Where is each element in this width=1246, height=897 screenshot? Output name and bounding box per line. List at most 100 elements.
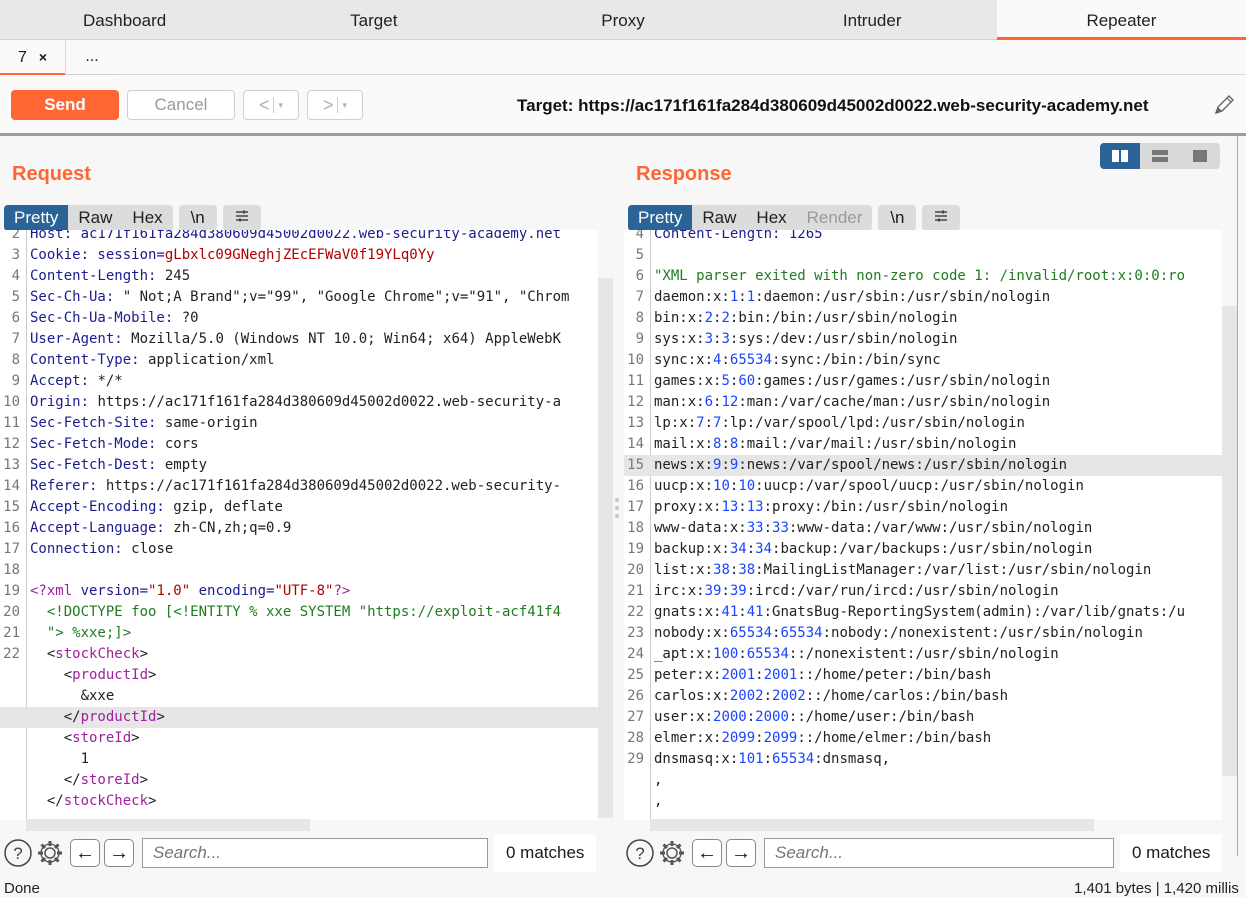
panel-divider-handle[interactable]	[614, 498, 620, 518]
request-view-pretty[interactable]: Pretty	[4, 205, 69, 231]
response-line[interactable]: 28 elmer:x:2099:2099::/home/elmer:/bin/ba…	[624, 728, 1222, 749]
response-line[interactable]: 17 proxy:x:13:13:proxy:/bin:/usr/sbin/nol…	[624, 497, 1222, 518]
response-line[interactable]: 6 "XML parser exited with non-zero code 1…	[624, 266, 1222, 287]
repeater-tab-7[interactable]: 7 ×	[0, 40, 66, 76]
response-vertical-scrollbar[interactable]	[1222, 306, 1237, 776]
settings-gear-icon[interactable]	[656, 837, 688, 869]
request-line[interactable]: <productId>	[0, 665, 598, 686]
response-view-hex[interactable]: Hex	[746, 205, 796, 231]
response-line[interactable]: 25 peter:x:2001:2001::/home/peter:/bin/ba…	[624, 665, 1222, 686]
layout-tabs-icon[interactable]	[1180, 143, 1220, 169]
response-line[interactable]: 13 lp:x:7:7:lp:/var/spool/lpd:/usr/sbin/n…	[624, 413, 1222, 434]
history-back-button[interactable]: < ▾	[243, 90, 299, 120]
request-line[interactable]: 22 <stockCheck>	[0, 644, 598, 665]
response-line[interactable]: 21 irc:x:39:39:ircd:/var/run/ircd:/usr/sb…	[624, 581, 1222, 602]
request-line[interactable]: </productId>	[0, 707, 598, 728]
tab-repeater[interactable]: Repeater	[996, 0, 1246, 40]
response-line[interactable]: 27 user:x:2000:2000::/home/user:/bin/bash	[624, 707, 1222, 728]
response-line[interactable]: 20 list:x:38:38:MailingListManager:/var/l…	[624, 560, 1222, 581]
history-forward-button[interactable]: > ▾	[307, 90, 363, 120]
settings-gear-icon[interactable]	[34, 837, 66, 869]
response-line[interactable]: 24 _apt:x:100:65534::/nonexistent:/usr/sb…	[624, 644, 1222, 665]
request-line[interactable]: 15 Accept-Encoding: gzip, deflate	[0, 497, 598, 518]
new-tab-button[interactable]: ...	[66, 40, 118, 75]
response-inspector-menu-icon[interactable]	[922, 205, 961, 231]
request-line[interactable]: 10 Origin: https://ac171f161fa284d380609d…	[0, 392, 598, 413]
request-line[interactable]: </storeId>	[0, 770, 598, 791]
request-line[interactable]: 13 Sec-Fetch-Dest: empty	[0, 455, 598, 476]
response-line[interactable]: 22 gnats:x:41:41:GnatsBug-ReportingSystem…	[624, 602, 1222, 623]
request-inspector-menu-icon[interactable]	[222, 205, 261, 231]
request-line[interactable]: 6 Sec-Ch-Ua-Mobile: ?0	[0, 308, 598, 329]
response-horizontal-scrollbar[interactable]	[650, 819, 1094, 831]
response-newline-toggle[interactable]: \n	[878, 205, 917, 231]
tab-intruder[interactable]: Intruder	[748, 0, 997, 39]
request-line[interactable]: 8 Content-Type: application/xml	[0, 350, 598, 371]
request-line[interactable]: 21 "> %xxe;]>	[0, 623, 598, 644]
help-icon[interactable]: ?	[624, 837, 656, 869]
request-line[interactable]: 18	[0, 560, 598, 581]
response-line[interactable]: 16 uucp:x:10:10:uucp:/var/spool/uucp:/usr…	[624, 476, 1222, 497]
dropdown-icon[interactable]: ▾	[342, 100, 347, 111]
request-line[interactable]: 16 Accept-Language: zh-CN,zh;q=0.9	[0, 518, 598, 539]
request-line[interactable]: </stockCheck>	[0, 791, 598, 812]
response-line[interactable]: 29 dnsmasq:x:101:65534:dnsmasq,	[624, 749, 1222, 770]
request-line[interactable]: 17 Connection: close	[0, 539, 598, 560]
cancel-button[interactable]: Cancel	[127, 90, 235, 120]
request-vertical-scrollbar[interactable]	[598, 278, 613, 818]
request-view-raw[interactable]: Raw	[68, 205, 122, 231]
response-editor[interactable]: 4 Content-Length: 1265 5 6 "XML parser exite…	[624, 230, 1222, 820]
response-view-render[interactable]: Render	[797, 205, 873, 231]
response-line[interactable]: 19 backup:x:34:34:backup:/var/backups:/us…	[624, 539, 1222, 560]
request-line[interactable]: <storeId>	[0, 728, 598, 749]
request-line[interactable]: 19 <?xml version="1.0" encoding="UTF-8"?>	[0, 581, 598, 602]
layout-side-by-side-icon[interactable]	[1100, 143, 1140, 169]
search-next-arrow-icon[interactable]: →	[104, 839, 134, 867]
tab-target[interactable]: Target	[249, 0, 498, 39]
request-line[interactable]: 11 Sec-Fetch-Site: same-origin	[0, 413, 598, 434]
request-search-input[interactable]	[142, 838, 488, 868]
search-previous-arrow-icon[interactable]: ←	[692, 839, 722, 867]
response-line[interactable]: 26 carlos:x:2002:2002::/home/carlos:/bin/…	[624, 686, 1222, 707]
help-icon[interactable]: ?	[2, 837, 34, 869]
request-line[interactable]: 3 Cookie: session=gLbxlc09GNeghjZEcEFWaV0…	[0, 245, 598, 266]
request-line[interactable]: &xxe	[0, 686, 598, 707]
tab-dashboard[interactable]: Dashboard	[0, 0, 249, 39]
response-line[interactable]: 9 sys:x:3:3:sys:/dev:/usr/sbin/nologin	[624, 329, 1222, 350]
response-search-input[interactable]	[764, 838, 1114, 868]
response-line[interactable]: 11 games:x:5:60:games:/usr/games:/usr/sbi…	[624, 371, 1222, 392]
response-line[interactable]: 10 sync:x:4:65534:sync:/bin:/bin/sync	[624, 350, 1222, 371]
request-horizontal-scrollbar[interactable]	[26, 819, 310, 831]
layout-top-bottom-icon[interactable]	[1140, 143, 1180, 169]
request-line[interactable]: 1	[0, 749, 598, 770]
search-previous-arrow-icon[interactable]: ←	[70, 839, 100, 867]
response-line[interactable]: 4 Content-Length: 1265	[624, 230, 1222, 245]
request-line[interactable]: 12 Sec-Fetch-Mode: cors	[0, 434, 598, 455]
request-view-hex[interactable]: Hex	[122, 205, 172, 231]
request-line[interactable]: 7 User-Agent: Mozilla/5.0 (Windows NT 10.…	[0, 329, 598, 350]
response-line[interactable]: 12 man:x:6:12:man:/var/cache/man:/usr/sbi…	[624, 392, 1222, 413]
response-line[interactable]: 14 mail:x:8:8:mail:/var/mail:/usr/sbin/no…	[624, 434, 1222, 455]
response-line[interactable]: 23 nobody:x:65534:65534:nobody:/nonexiste…	[624, 623, 1222, 644]
request-line[interactable]: 20 <!DOCTYPE foo [<!ENTITY % xxe SYSTEM …	[0, 602, 598, 623]
response-line[interactable]: 7 daemon:x:1:1:daemon:/usr/sbin:/usr/sbin…	[624, 287, 1222, 308]
request-editor[interactable]: 2 Host: ac171f161fa284d380609d45002d0022.…	[0, 230, 598, 820]
response-line[interactable]: 18 www-data:x:33:33:www-data:/var/www:/us…	[624, 518, 1222, 539]
request-line[interactable]: 14 Referer: https://ac171f161fa284d380609…	[0, 476, 598, 497]
response-line[interactable]: 8 bin:x:2:2:bin:/bin:/usr/sbin/nologin	[624, 308, 1222, 329]
close-tab-icon[interactable]: ×	[39, 49, 47, 65]
request-line[interactable]: 5 Sec-Ch-Ua: " Not;A Brand";v="99", "Goog…	[0, 287, 598, 308]
edit-target-pencil-icon[interactable]	[1212, 93, 1236, 117]
request-line[interactable]: 9 Accept: */*	[0, 371, 598, 392]
dropdown-icon[interactable]: ▾	[278, 100, 283, 111]
response-line[interactable]: 15 news:x:9:9:news:/var/spool/news:/usr/s…	[624, 455, 1222, 476]
request-line[interactable]: 4 Content-Length: 245	[0, 266, 598, 287]
response-line[interactable]: ,	[624, 770, 1222, 791]
response-line[interactable]: 5	[624, 245, 1222, 266]
tab-proxy[interactable]: Proxy	[498, 0, 747, 39]
search-next-arrow-icon[interactable]: →	[726, 839, 756, 867]
send-button[interactable]: Send	[11, 90, 119, 120]
request-newline-toggle[interactable]: \n	[178, 205, 217, 231]
response-view-pretty[interactable]: Pretty	[628, 205, 693, 231]
response-view-raw[interactable]: Raw	[692, 205, 746, 231]
